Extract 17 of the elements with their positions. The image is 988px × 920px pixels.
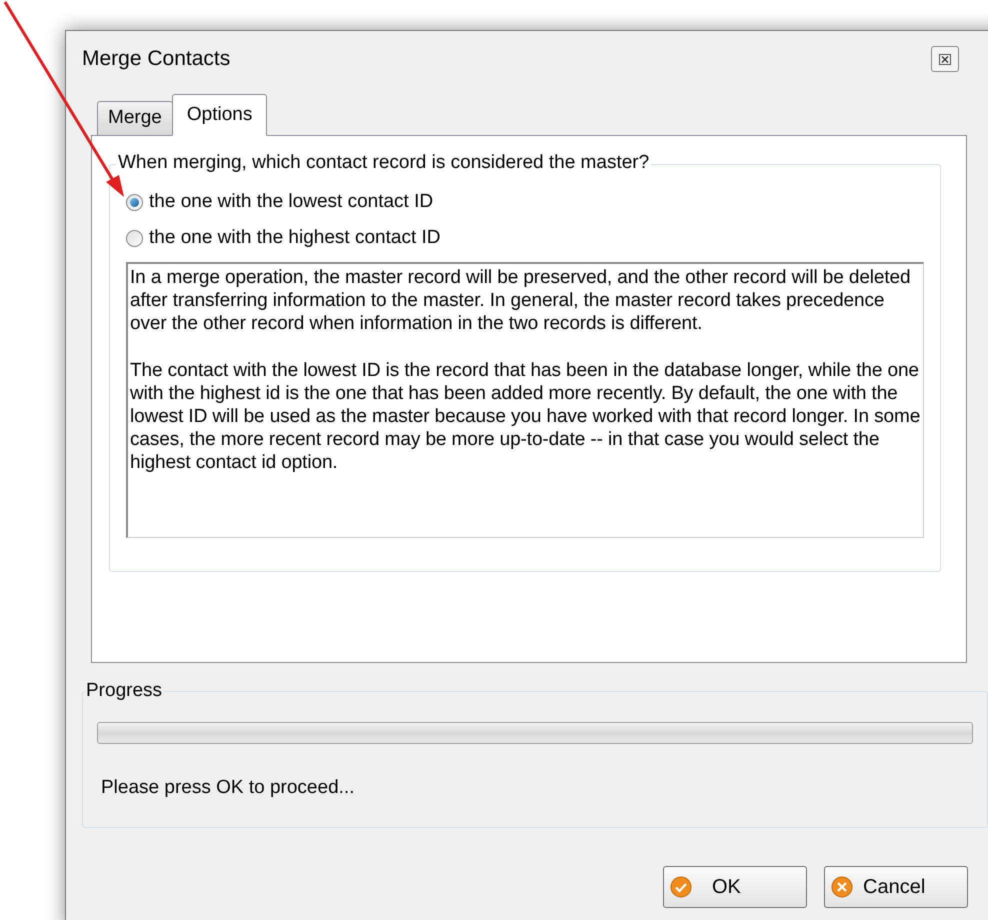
close-icon: [831, 876, 853, 898]
description-paragraph: The contact with the lowest ID is the record that has been in the database longer, while the one with the highest id is the one that has been added more recently. By default, the one with the lowest ID will be used as the master because you have worked with that record longer. In some cases, the more recent record may be more up-to-date -- in that case you would select the highest contact id option.: [130, 359, 921, 474]
ok-button[interactable]: OK: [663, 866, 807, 908]
radio-button[interactable]: [126, 194, 143, 210]
close-icon: [939, 54, 951, 64]
tab[interactable]: Merge: [97, 101, 173, 135]
radio-button[interactable]: [126, 230, 143, 246]
tab[interactable]: Options: [172, 94, 268, 136]
window-title: Merge Contacts: [82, 46, 230, 72]
close-button[interactable]: [931, 46, 959, 72]
radio-label: the one with the lowest contact ID: [149, 190, 434, 214]
radio-label: the one with the highest contact ID: [149, 226, 441, 250]
check-icon: [670, 876, 692, 898]
status-message: Please press OK to proceed...: [100, 776, 356, 800]
description-paragraph: In a merge operation, the master record will be preserved, and the other record will be deleted after transferring information to the master. In general, the master record takes precedence over the other record when information in the two records is different.: [130, 266, 912, 335]
group-legend: When merging, which contact record is considered the master?: [116, 151, 652, 175]
cancel-button[interactable]: Cancel: [824, 866, 968, 908]
